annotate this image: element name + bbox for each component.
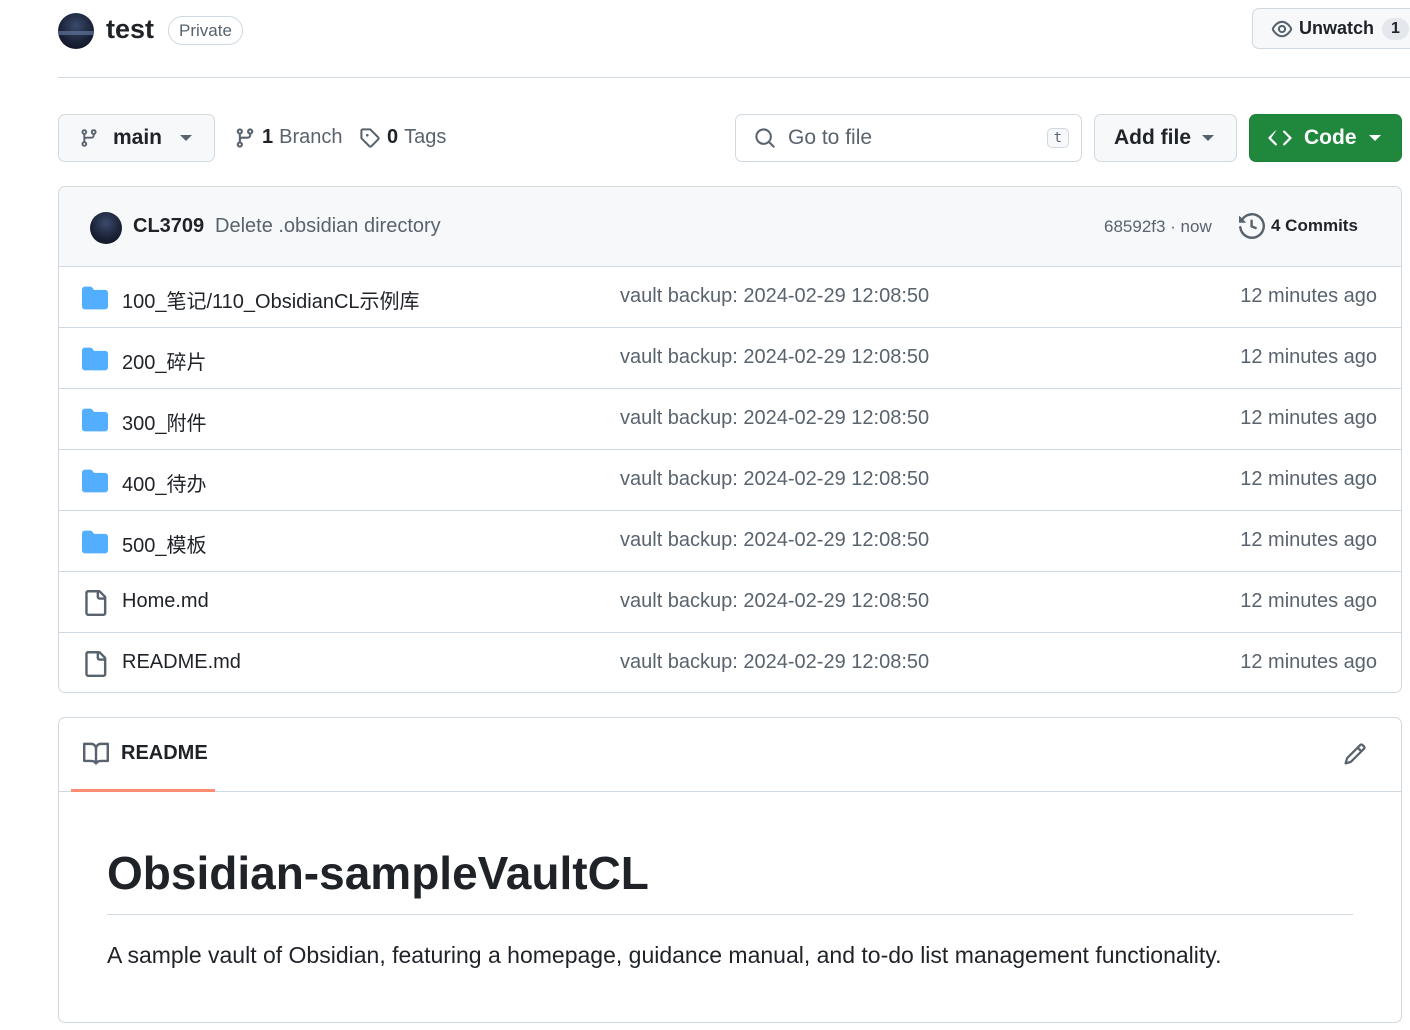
unwatch-button[interactable]: Unwatch 1 bbox=[1252, 8, 1410, 49]
latest-commit-bar: CL3709 Delete .obsidian directory 68592f… bbox=[59, 187, 1401, 267]
branch-label: Branch bbox=[279, 126, 343, 148]
repo-header: test Private Unwatch 1 bbox=[58, 0, 1410, 78]
readme-tab-label: README bbox=[121, 742, 208, 764]
eye-icon bbox=[1271, 20, 1293, 37]
pencil-icon[interactable] bbox=[1343, 742, 1367, 766]
file-commit-message[interactable]: vault backup: 2024-02-29 12:08:50 bbox=[620, 285, 929, 308]
folder-icon bbox=[82, 407, 108, 438]
file-name-link[interactable]: 100_笔记/110_ObsidianCL示例库 bbox=[122, 285, 420, 314]
book-icon bbox=[83, 742, 109, 765]
file-icon bbox=[82, 590, 108, 621]
repo-name[interactable]: test bbox=[106, 14, 154, 45]
history-icon bbox=[1239, 213, 1265, 239]
folder-icon bbox=[82, 346, 108, 377]
chevron-down-icon bbox=[180, 135, 192, 141]
tab-readme[interactable]: README bbox=[71, 718, 215, 792]
branches-link[interactable]: 1 Branch bbox=[234, 126, 343, 149]
commits-count-label: 4 Commits bbox=[1271, 216, 1358, 235]
branch-count: 1 bbox=[262, 126, 274, 148]
visibility-badge: Private bbox=[168, 16, 243, 45]
file-commit-time: 12 minutes ago bbox=[1240, 285, 1377, 307]
commit-author-avatar[interactable] bbox=[90, 212, 122, 244]
commits-link[interactable]: 4 Commits bbox=[1239, 213, 1358, 239]
commit-author[interactable]: CL3709 bbox=[133, 215, 204, 238]
owner-avatar[interactable] bbox=[58, 13, 94, 49]
commit-sha-time[interactable]: 68592f3 · now bbox=[1104, 217, 1212, 237]
watch-count: 1 bbox=[1382, 17, 1409, 40]
file-row: 500_模板 vault backup: 2024-02-29 12:08:50 1… bbox=[59, 511, 1401, 572]
file-commit-message[interactable]: vault backup: 2024-02-29 12:08:50 bbox=[620, 407, 929, 430]
search-icon bbox=[755, 128, 775, 148]
readme-title: Obsidian-sampleVaultCL bbox=[107, 846, 1353, 915]
file-table: CL3709 Delete .obsidian directory 68592f… bbox=[58, 186, 1402, 693]
git-branch-icon bbox=[81, 129, 97, 147]
code-label: Code bbox=[1304, 126, 1357, 149]
tag-label: Tags bbox=[404, 126, 447, 148]
file-commit-time: 12 minutes ago bbox=[1240, 529, 1377, 551]
branch-select-button[interactable]: main bbox=[58, 114, 215, 162]
readme-tabbar: README bbox=[59, 718, 1401, 792]
file-commit-time: 12 minutes ago bbox=[1240, 468, 1377, 490]
file-name-link[interactable]: 300_附件 bbox=[122, 407, 207, 436]
commit-message[interactable]: Delete .obsidian directory bbox=[215, 215, 441, 238]
folder-icon bbox=[82, 468, 108, 499]
git-branch-icon bbox=[236, 127, 254, 148]
add-file-button[interactable]: Add file bbox=[1094, 114, 1237, 162]
file-commit-message[interactable]: vault backup: 2024-02-29 12:08:50 bbox=[620, 468, 929, 491]
folder-icon bbox=[82, 529, 108, 560]
branch-name: main bbox=[113, 126, 163, 149]
search-shortcut-key: t bbox=[1046, 128, 1069, 148]
file-name-link[interactable]: 500_模板 bbox=[122, 529, 207, 558]
file-commit-time: 12 minutes ago bbox=[1240, 590, 1377, 612]
file-row: Home.md vault backup: 2024-02-29 12:08:50… bbox=[59, 572, 1401, 633]
file-name-link[interactable]: Home.md bbox=[122, 590, 209, 613]
add-file-label: Add file bbox=[1114, 126, 1191, 149]
file-commit-message[interactable]: vault backup: 2024-02-29 12:08:50 bbox=[620, 346, 929, 369]
file-name-link[interactable]: 400_待办 bbox=[122, 468, 207, 497]
unwatch-label: Unwatch bbox=[1299, 18, 1375, 38]
file-name-link[interactable]: README.md bbox=[122, 651, 241, 674]
tag-count: 0 bbox=[387, 126, 399, 148]
file-row: README.md vault backup: 2024-02-29 12:08:… bbox=[59, 633, 1401, 692]
go-to-file-input[interactable]: Go to file t bbox=[735, 114, 1082, 162]
file-commit-message[interactable]: vault backup: 2024-02-29 12:08:50 bbox=[620, 529, 929, 552]
code-icon bbox=[1268, 130, 1292, 146]
file-row: 300_附件 vault backup: 2024-02-29 12:08:50 1… bbox=[59, 389, 1401, 450]
chevron-down-icon bbox=[1202, 135, 1214, 141]
folder-icon bbox=[82, 285, 108, 316]
file-commit-message[interactable]: vault backup: 2024-02-29 12:08:50 bbox=[620, 651, 929, 674]
file-row: 400_待办 vault backup: 2024-02-29 12:08:50 1… bbox=[59, 450, 1401, 511]
tag-icon bbox=[360, 127, 380, 148]
code-button[interactable]: Code bbox=[1249, 114, 1402, 162]
search-placeholder: Go to file bbox=[788, 126, 873, 149]
tags-link[interactable]: 0 Tags bbox=[359, 126, 446, 149]
chevron-down-icon bbox=[1369, 135, 1381, 141]
file-commit-time: 12 minutes ago bbox=[1240, 346, 1377, 368]
file-row: 100_笔记/110_ObsidianCL示例库 vault backup: 20… bbox=[59, 267, 1401, 328]
file-name-link[interactable]: 200_碎片 bbox=[122, 346, 207, 375]
readme-description: A sample vault of Obsidian, featuring a … bbox=[107, 942, 1222, 968]
file-row: 200_碎片 vault backup: 2024-02-29 12:08:50 1… bbox=[59, 328, 1401, 389]
readme-panel: README Obsidian-sampleVaultCL A sample v… bbox=[58, 717, 1402, 1023]
file-commit-time: 12 minutes ago bbox=[1240, 407, 1377, 429]
file-commit-message[interactable]: vault backup: 2024-02-29 12:08:50 bbox=[620, 590, 929, 613]
file-icon bbox=[82, 651, 108, 682]
file-commit-time: 12 minutes ago bbox=[1240, 651, 1377, 673]
